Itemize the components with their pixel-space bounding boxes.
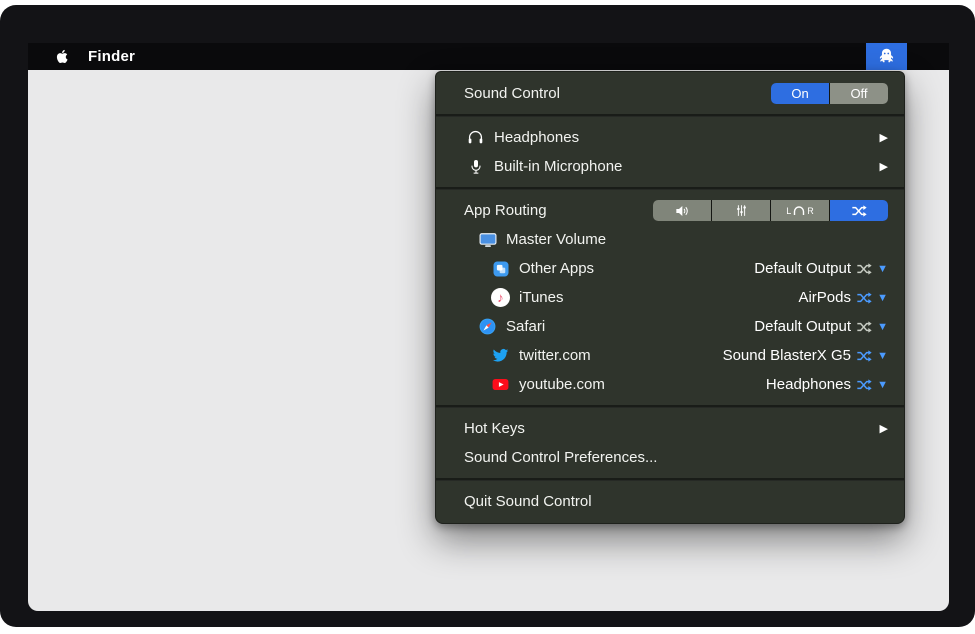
menu-section-header: Sound Control On Off <box>436 73 904 114</box>
route-shuffle-icon <box>856 261 872 277</box>
speaker-icon <box>674 203 690 219</box>
sound-control-menubar-icon[interactable] <box>866 43 907 70</box>
balance-mode-button[interactable]: L R <box>771 200 829 221</box>
menu-header-row: Sound Control On Off <box>436 79 904 108</box>
dropdown-arrow-icon[interactable]: ▼ <box>873 379 888 391</box>
equalizer-mode-button[interactable] <box>712 200 770 221</box>
routing-app-label: twitter.com <box>519 347 723 364</box>
dropdown-arrow-icon[interactable]: ▼ <box>873 263 888 275</box>
volume-mode-button[interactable] <box>653 200 711 221</box>
route-shuffle-icon <box>856 377 872 393</box>
balance-icon <box>793 206 805 215</box>
routing-app-label: Other Apps <box>519 260 754 277</box>
quit-label: Quit Sound Control <box>464 493 888 510</box>
menu-item-quit[interactable]: Quit Sound Control <box>436 487 904 516</box>
headphones-icon <box>464 127 487 149</box>
toggle-off-button[interactable]: Off <box>830 83 888 104</box>
app-routing-title: App Routing <box>464 202 653 219</box>
mode-switcher: L R <box>653 200 888 221</box>
app-routing-header-row: App Routing L R <box>436 196 904 225</box>
output-device-label: AirPods <box>798 289 851 306</box>
output-device-label: Headphones <box>766 376 851 393</box>
device-label: Headphones <box>494 129 872 146</box>
output-device-label: Default Output <box>754 318 851 335</box>
menu-title: Sound Control <box>464 85 771 102</box>
routing-mode-button[interactable] <box>830 200 888 221</box>
toggle-on-button[interactable]: On <box>771 83 829 104</box>
routing-row-master-volume[interactable]: Master Volume <box>436 225 904 254</box>
menu-section-app-routing: App Routing L R <box>436 190 904 405</box>
menu-section-quit: Quit Sound Control <box>436 481 904 522</box>
device-label: Built-in Microphone <box>494 158 872 175</box>
routing-row-youtube[interactable]: youtube.com Headphones ▼ <box>436 370 904 399</box>
itunes-icon: ♪ <box>489 287 512 309</box>
menu-bar: Finder <box>28 43 949 70</box>
menu-section-devices: Headphones ▶ Built-in Microphone ▶ <box>436 117 904 187</box>
menu-section-settings: Hot Keys ▶ Sound Control Preferences... <box>436 408 904 478</box>
balance-right-label: R <box>807 206 814 216</box>
routing-row-other-apps[interactable]: Other Apps Default Output ▼ <box>436 254 904 283</box>
route-shuffle-icon <box>856 290 872 306</box>
route-shuffle-icon <box>856 319 872 335</box>
routing-row-safari[interactable]: Safari Default Output ▼ <box>436 312 904 341</box>
routing-app-label: iTunes <box>519 289 798 306</box>
dropdown-arrow-icon[interactable]: ▼ <box>873 321 888 333</box>
twitter-icon <box>489 345 512 367</box>
display-icon <box>476 229 499 251</box>
menu-item-headphones[interactable]: Headphones ▶ <box>436 123 904 152</box>
preferences-label: Sound Control Preferences... <box>464 449 888 466</box>
apple-menu-icon[interactable] <box>55 48 69 65</box>
apps-icon <box>489 258 512 280</box>
hot-keys-label: Hot Keys <box>464 420 872 437</box>
output-device-label: Default Output <box>754 260 851 277</box>
routing-row-twitter[interactable]: twitter.com Sound BlasterX G5 ▼ <box>436 341 904 370</box>
screenshot-root: Finder Sound Control On Off <box>0 0 975 634</box>
youtube-icon <box>489 374 512 396</box>
routing-row-itunes[interactable]: ♪ iTunes AirPods ▼ <box>436 283 904 312</box>
submenu-arrow-icon: ▶ <box>880 160 888 173</box>
menu-item-built-in-microphone[interactable]: Built-in Microphone ▶ <box>436 152 904 181</box>
output-device-label: Sound BlasterX G5 <box>723 347 851 364</box>
safari-icon <box>476 316 499 338</box>
dropdown-arrow-icon[interactable]: ▼ <box>873 350 888 362</box>
routing-app-label: Safari <box>506 318 754 335</box>
power-toggle: On Off <box>771 83 888 104</box>
submenu-arrow-icon: ▶ <box>880 131 888 144</box>
menu-item-preferences[interactable]: Sound Control Preferences... <box>436 443 904 472</box>
dropdown-arrow-icon[interactable]: ▼ <box>873 292 888 304</box>
routing-app-label: Master Volume <box>506 231 888 248</box>
octopus-icon <box>876 46 897 67</box>
routing-app-label: youtube.com <box>519 376 766 393</box>
route-shuffle-icon <box>851 203 867 219</box>
active-app-name[interactable]: Finder <box>88 48 135 65</box>
balance-left-label: L <box>786 206 791 216</box>
submenu-arrow-icon: ▶ <box>880 422 888 435</box>
sound-control-menu: Sound Control On Off Headphones ▶ <box>435 71 905 524</box>
menu-item-hot-keys[interactable]: Hot Keys ▶ <box>436 414 904 443</box>
microphone-icon <box>464 156 487 178</box>
route-shuffle-icon <box>856 348 872 364</box>
equalizer-icon <box>734 203 749 218</box>
